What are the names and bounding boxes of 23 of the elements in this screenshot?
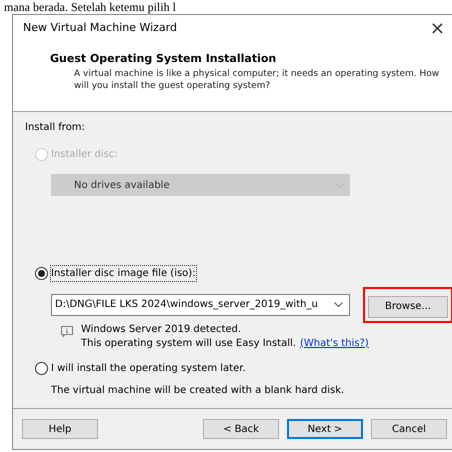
- whats-this-link[interactable]: (What's this?): [300, 336, 369, 350]
- dialog-button[interactable]: Cancel: [371, 419, 447, 439]
- window-title: New Virtual Machine Wizard: [23, 20, 177, 36]
- radio-button[interactable]: [35, 267, 48, 280]
- info-text: Windows Server 2019 detected.: [81, 322, 242, 336]
- radio-label: Installer disc:: [51, 148, 118, 162]
- close-button[interactable]: ×: [426, 20, 449, 38]
- install-from-label: Install from:: [25, 121, 86, 135]
- dialog-button[interactable]: Next >: [287, 419, 363, 439]
- browse-button[interactable]: Browse...: [368, 296, 448, 318]
- info-text: This operating system will use Easy Install.: [81, 336, 296, 350]
- section-description: A virtual machine is like a physical computer; it needs an operating system. How will you install the guest operating system?: [73, 68, 440, 92]
- radio-button[interactable]: [35, 362, 48, 375]
- radio-label: I will install the operating system later.: [51, 362, 246, 376]
- option-note: The virtual machine will be created with a blank hard disk.: [50, 384, 346, 398]
- info-icon: [61, 326, 73, 336]
- chevron-down-icon: [334, 302, 343, 308]
- document-text: mana berada. Setelah ketemu pilih l: [4, 0, 177, 14]
- radio-label: Installer disc image file (iso):: [51, 266, 196, 281]
- section-title: Guest Operating System Installation: [50, 51, 278, 67]
- dialog-button[interactable]: < Back: [203, 419, 279, 439]
- dropdown[interactable]: D:\DNG\FILE LKS 2024\windows_server_2019_with_u: [51, 294, 350, 316]
- dialog-button[interactable]: Help: [22, 419, 98, 439]
